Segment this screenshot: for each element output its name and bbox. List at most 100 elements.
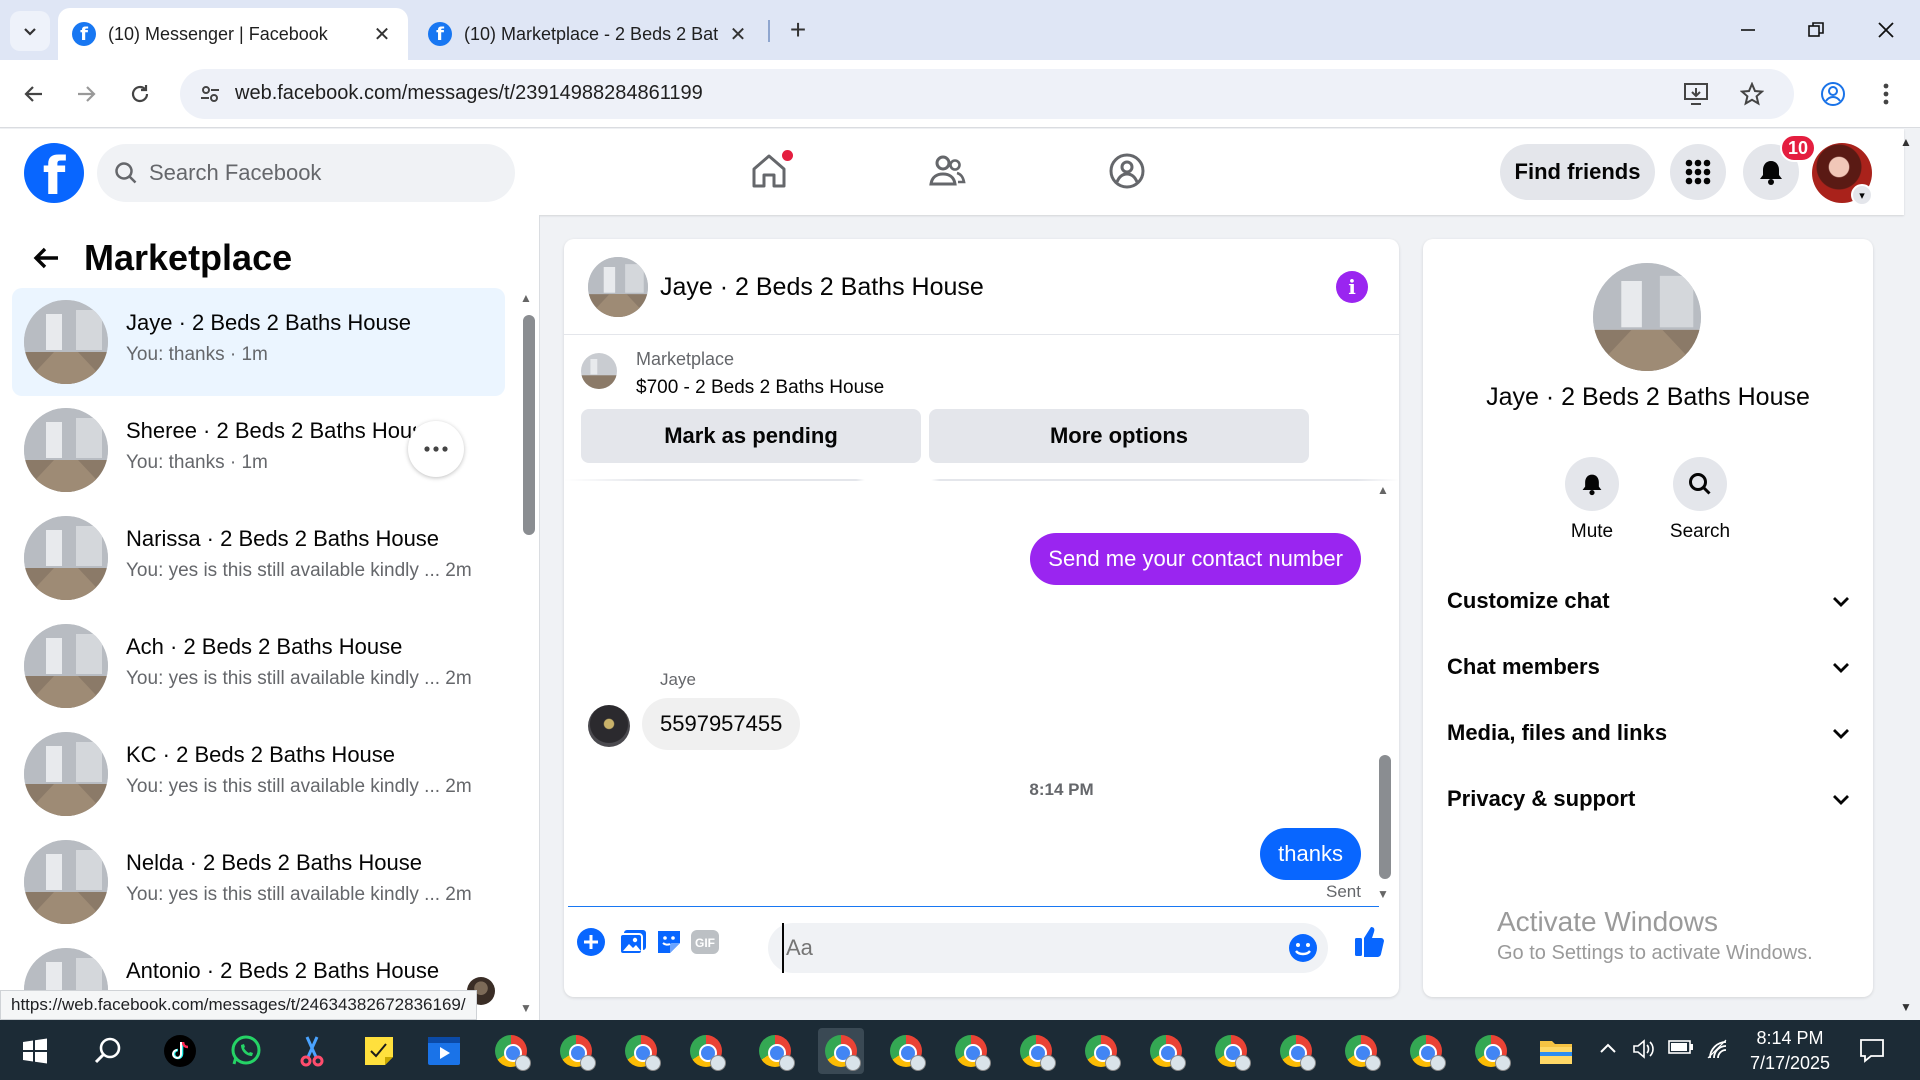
outgoing-message[interactable]: thanks: [1260, 828, 1361, 880]
message-input[interactable]: [782, 923, 1262, 973]
find-friends-button[interactable]: Find friends: [1500, 144, 1655, 200]
address-bar[interactable]: web.facebook.com/messages/t/239149882848…: [180, 69, 1794, 119]
notification-center-icon[interactable]: [1858, 1036, 1886, 1070]
listing-price-title[interactable]: $700 - 2 Beds 2 Baths House: [636, 377, 884, 399]
chrome-profile-4[interactable]: [683, 1028, 729, 1074]
facebook-logo[interactable]: f: [24, 143, 84, 203]
chrome-profile-10[interactable]: [1078, 1028, 1124, 1074]
chrome-profile-2[interactable]: [553, 1028, 599, 1074]
nav-home[interactable]: [737, 141, 801, 201]
message-composer[interactable]: [768, 923, 1328, 973]
whatsapp-app[interactable]: [223, 1028, 269, 1074]
bookmark-star-icon[interactable]: [1738, 80, 1766, 108]
conversation-item[interactable]: Ach · 2 Beds 2 Baths House You: yes is t…: [12, 612, 505, 720]
start-button[interactable]: [12, 1028, 58, 1074]
back-arrow-button[interactable]: [28, 239, 66, 277]
info-avatar[interactable]: [1593, 263, 1701, 371]
browser-menu-button[interactable]: [1866, 74, 1906, 114]
search-input[interactable]: [149, 144, 499, 202]
section-privacy-support[interactable]: Privacy & support: [1447, 771, 1852, 827]
conversation-item[interactable]: KC · 2 Beds 2 Baths House You: yes is th…: [12, 720, 505, 828]
mute-action[interactable]: Mute: [1552, 457, 1632, 543]
sticky-notes-app[interactable]: [356, 1028, 402, 1074]
emoji-icon[interactable]: [1288, 933, 1318, 963]
battery-icon[interactable]: [1668, 1038, 1694, 1061]
nav-friends[interactable]: [915, 141, 979, 201]
search-in-chat-button[interactable]: [1673, 457, 1727, 511]
chrome-profile-8[interactable]: [948, 1028, 994, 1074]
chrome-profile-16[interactable]: [1468, 1028, 1514, 1074]
forward-button[interactable]: [66, 74, 106, 114]
tab-messenger[interactable]: f (10) Messenger | Facebook ✕: [58, 8, 408, 60]
sticker-button[interactable]: [652, 925, 686, 959]
scroll-down-icon[interactable]: ▼: [520, 1001, 532, 1015]
facebook-search[interactable]: [97, 144, 515, 202]
movies-app[interactable]: [421, 1028, 467, 1074]
chat-scroll-down-icon[interactable]: ▼: [1377, 887, 1389, 901]
info-icon[interactable]: i: [1336, 271, 1368, 303]
mute-button[interactable]: [1565, 457, 1619, 511]
profile-account-button[interactable]: [1813, 74, 1853, 114]
gif-button[interactable]: GIF: [688, 925, 722, 959]
chrome-profile-9[interactable]: [1013, 1028, 1059, 1074]
install-app-icon[interactable]: [1682, 80, 1710, 108]
mark-as-pending-button[interactable]: Mark as pending: [581, 409, 921, 463]
minimize-button[interactable]: [1718, 8, 1778, 52]
chrome-profile-1[interactable]: [488, 1028, 534, 1074]
tiktok-app[interactable]: [157, 1028, 203, 1074]
conversation-item[interactable]: Nelda · 2 Beds 2 Baths House You: yes is…: [12, 828, 505, 936]
search-action[interactable]: Search: [1660, 457, 1740, 543]
back-button[interactable]: [14, 74, 54, 114]
chat-avatar[interactable]: [588, 257, 648, 317]
snipping-tool-app[interactable]: [289, 1028, 335, 1074]
file-explorer-app[interactable]: [1533, 1028, 1579, 1074]
section-media-files-links[interactable]: Media, files and links: [1447, 705, 1852, 761]
wifi-icon[interactable]: [1706, 1038, 1730, 1066]
chat-title[interactable]: Jaye · 2 Beds 2 Baths House: [660, 273, 984, 302]
scroll-up-icon[interactable]: ▲: [520, 291, 532, 305]
chrome-profile-6[interactable]: [818, 1028, 864, 1074]
chrome-profile-5[interactable]: [752, 1028, 798, 1074]
sender-avatar[interactable]: [588, 705, 630, 747]
chat-scroll-up-icon[interactable]: ▲: [1377, 483, 1389, 497]
section-chat-members[interactable]: Chat members: [1447, 639, 1852, 695]
taskbar-clock[interactable]: 8:14 PM 7/17/2025: [1745, 1026, 1835, 1076]
listing-thumbnail[interactable]: [581, 353, 617, 389]
more-options-button[interactable]: More options: [929, 409, 1309, 463]
show-hidden-icons-icon[interactable]: [1598, 1038, 1618, 1061]
close-window-button[interactable]: [1856, 8, 1916, 52]
reload-button[interactable]: [120, 74, 160, 114]
tab-marketplace[interactable]: f (10) Marketplace - 2 Beds 2 Bat ✕: [414, 8, 764, 60]
volume-icon[interactable]: [1632, 1038, 1656, 1066]
page-scroll-down-icon[interactable]: ▼: [1900, 1000, 1912, 1014]
chrome-profile-13[interactable]: [1273, 1028, 1319, 1074]
site-settings-icon[interactable]: [198, 82, 222, 106]
account-chevron-icon[interactable]: ▾: [1851, 184, 1873, 206]
close-tab-icon[interactable]: ✕: [370, 22, 394, 46]
conversation-more-options-button[interactable]: [408, 421, 464, 477]
chrome-profile-3[interactable]: [618, 1028, 664, 1074]
list-scrollbar[interactable]: [523, 315, 535, 535]
menu-button[interactable]: [1670, 144, 1726, 200]
chrome-profile-12[interactable]: [1208, 1028, 1254, 1074]
attach-photo-button[interactable]: [616, 925, 650, 959]
taskbar-search-button[interactable]: [85, 1028, 131, 1074]
chrome-profile-15[interactable]: [1403, 1028, 1449, 1074]
conversation-item[interactable]: Jaye · 2 Beds 2 Baths House You: thanks …: [12, 288, 505, 396]
outgoing-message[interactable]: Send me your contact number: [1030, 533, 1361, 585]
new-tab-button[interactable]: +: [780, 12, 816, 48]
like-button[interactable]: [1350, 921, 1390, 961]
incoming-message[interactable]: 5597957455: [642, 698, 801, 750]
more-actions-button[interactable]: [574, 925, 608, 959]
chrome-profile-14[interactable]: [1338, 1028, 1384, 1074]
close-tab-icon[interactable]: ✕: [726, 22, 750, 46]
nav-groups[interactable]: [1095, 141, 1159, 201]
tab-search-button[interactable]: [10, 11, 50, 51]
restore-button[interactable]: [1786, 8, 1846, 52]
chat-scrollbar[interactable]: [1379, 755, 1391, 879]
chrome-profile-7[interactable]: [883, 1028, 929, 1074]
chrome-profile-11[interactable]: [1143, 1028, 1189, 1074]
conversation-item[interactable]: Narissa · 2 Beds 2 Baths House You: yes …: [12, 504, 505, 612]
section-customize-chat[interactable]: Customize chat: [1447, 573, 1852, 629]
page-scroll-up-icon[interactable]: ▲: [1900, 135, 1912, 149]
